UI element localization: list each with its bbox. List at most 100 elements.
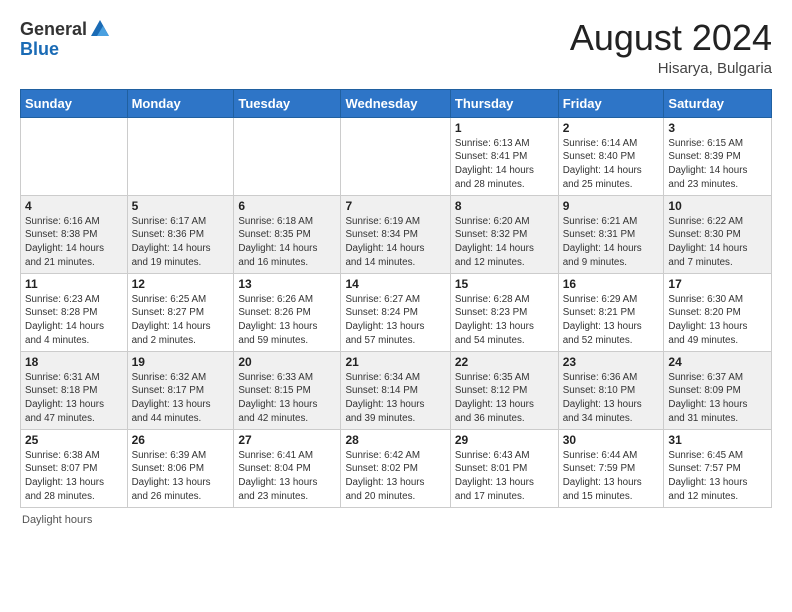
day-number: 3 (668, 121, 767, 135)
title-block: August 2024 Hisarya, Bulgaria (570, 18, 772, 77)
logo: General Blue (20, 18, 111, 60)
day-info: Sunrise: 6:25 AM Sunset: 8:27 PM Dayligh… (132, 293, 230, 348)
calendar-cell: 15 Sunrise: 6:28 AM Sunset: 8:23 PM Dayli… (450, 273, 558, 351)
day-number: 22 (455, 355, 554, 369)
day-info: Sunrise: 6:13 AM Sunset: 8:41 PM Dayligh… (455, 137, 554, 192)
day-info: Sunrise: 6:14 AM Sunset: 8:40 PM Dayligh… (563, 137, 660, 192)
calendar-week-3: 11 Sunrise: 6:23 AM Sunset: 8:28 PM Dayli… (21, 273, 772, 351)
day-info: Sunrise: 6:23 AM Sunset: 8:28 PM Dayligh… (25, 293, 123, 348)
day-number: 1 (455, 121, 554, 135)
day-info: Sunrise: 6:32 AM Sunset: 8:17 PM Dayligh… (132, 371, 230, 426)
day-number: 12 (132, 277, 230, 291)
day-info: Sunrise: 6:31 AM Sunset: 8:18 PM Dayligh… (25, 371, 123, 426)
month-title: August 2024 (570, 18, 772, 58)
day-info: Sunrise: 6:41 AM Sunset: 8:04 PM Dayligh… (238, 449, 336, 504)
day-info: Sunrise: 6:29 AM Sunset: 8:21 PM Dayligh… (563, 293, 660, 348)
day-number: 4 (25, 199, 123, 213)
calendar-cell: 8 Sunrise: 6:20 AM Sunset: 8:32 PM Daylig… (450, 195, 558, 273)
col-thursday: Thursday (450, 89, 558, 117)
day-info: Sunrise: 6:18 AM Sunset: 8:35 PM Dayligh… (238, 215, 336, 270)
day-info: Sunrise: 6:35 AM Sunset: 8:12 PM Dayligh… (455, 371, 554, 426)
day-number: 6 (238, 199, 336, 213)
day-number: 28 (345, 433, 445, 447)
calendar-cell (21, 117, 128, 195)
day-number: 15 (455, 277, 554, 291)
calendar-cell: 16 Sunrise: 6:29 AM Sunset: 8:21 PM Dayli… (558, 273, 664, 351)
day-number: 8 (455, 199, 554, 213)
day-info: Sunrise: 6:33 AM Sunset: 8:15 PM Dayligh… (238, 371, 336, 426)
day-number: 11 (25, 277, 123, 291)
day-info: Sunrise: 6:38 AM Sunset: 8:07 PM Dayligh… (25, 449, 123, 504)
calendar-cell: 4 Sunrise: 6:16 AM Sunset: 8:38 PM Daylig… (21, 195, 128, 273)
day-number: 30 (563, 433, 660, 447)
day-number: 25 (25, 433, 123, 447)
calendar-cell: 20 Sunrise: 6:33 AM Sunset: 8:15 PM Dayli… (234, 351, 341, 429)
calendar-cell: 12 Sunrise: 6:25 AM Sunset: 8:27 PM Dayli… (127, 273, 234, 351)
day-number: 20 (238, 355, 336, 369)
day-info: Sunrise: 6:21 AM Sunset: 8:31 PM Dayligh… (563, 215, 660, 270)
calendar-cell: 13Sunrise: 6:26 AM Sunset: 8:26 PM Dayli… (234, 273, 341, 351)
day-info: Sunrise: 6:30 AM Sunset: 8:20 PM Dayligh… (668, 293, 767, 348)
col-friday: Friday (558, 89, 664, 117)
calendar-cell: 11 Sunrise: 6:23 AM Sunset: 8:28 PM Dayli… (21, 273, 128, 351)
day-info: Sunrise: 6:34 AM Sunset: 8:14 PM Dayligh… (345, 371, 445, 426)
calendar-cell (341, 117, 450, 195)
calendar-cell: 17 Sunrise: 6:30 AM Sunset: 8:20 PM Dayli… (664, 273, 772, 351)
day-info: Sunrise: 6:27 AM Sunset: 8:24 PM Dayligh… (345, 293, 445, 348)
calendar-cell: 29Sunrise: 6:43 AM Sunset: 8:01 PM Dayli… (450, 429, 558, 507)
day-number: 18 (25, 355, 123, 369)
day-info: Sunrise: 6:39 AM Sunset: 8:06 PM Dayligh… (132, 449, 230, 504)
day-number: 21 (345, 355, 445, 369)
footer: Daylight hours (20, 514, 772, 526)
calendar-cell: 22 Sunrise: 6:35 AM Sunset: 8:12 PM Dayli… (450, 351, 558, 429)
day-number: 13 (238, 277, 336, 291)
calendar-cell: 21 Sunrise: 6:34 AM Sunset: 8:14 PM Dayli… (341, 351, 450, 429)
day-number: 24 (668, 355, 767, 369)
calendar-cell: 10Sunrise: 6:22 AM Sunset: 8:30 PM Dayli… (664, 195, 772, 273)
day-number: 10 (668, 199, 767, 213)
day-number: 27 (238, 433, 336, 447)
day-info: Sunrise: 6:42 AM Sunset: 8:02 PM Dayligh… (345, 449, 445, 504)
footer-text: Daylight hours (22, 514, 92, 526)
day-number: 9 (563, 199, 660, 213)
day-number: 31 (668, 433, 767, 447)
calendar-cell: 31Sunrise: 6:45 AM Sunset: 7:57 PM Dayli… (664, 429, 772, 507)
day-number: 26 (132, 433, 230, 447)
logo-general-text: General (20, 20, 87, 38)
day-info: Sunrise: 6:37 AM Sunset: 8:09 PM Dayligh… (668, 371, 767, 426)
calendar-cell: 30 Sunrise: 6:44 AM Sunset: 7:59 PM Dayli… (558, 429, 664, 507)
col-tuesday: Tuesday (234, 89, 341, 117)
day-number: 17 (668, 277, 767, 291)
calendar-cell: 7Sunrise: 6:19 AM Sunset: 8:34 PM Daylig… (341, 195, 450, 273)
day-number: 16 (563, 277, 660, 291)
col-wednesday: Wednesday (341, 89, 450, 117)
calendar-cell: 1 Sunrise: 6:13 AM Sunset: 8:41 PM Daylig… (450, 117, 558, 195)
calendar-header-row: Sunday Monday Tuesday Wednesday Thursday… (21, 89, 772, 117)
calendar-cell: 9 Sunrise: 6:21 AM Sunset: 8:31 PM Daylig… (558, 195, 664, 273)
calendar-cell: 6 Sunrise: 6:18 AM Sunset: 8:35 PM Daylig… (234, 195, 341, 273)
day-info: Sunrise: 6:16 AM Sunset: 8:38 PM Dayligh… (25, 215, 123, 270)
day-info: Sunrise: 6:44 AM Sunset: 7:59 PM Dayligh… (563, 449, 660, 504)
calendar-cell: 25 Sunrise: 6:38 AM Sunset: 8:07 PM Dayli… (21, 429, 128, 507)
day-number: 19 (132, 355, 230, 369)
col-sunday: Sunday (21, 89, 128, 117)
day-info: Sunrise: 6:28 AM Sunset: 8:23 PM Dayligh… (455, 293, 554, 348)
day-info: Sunrise: 6:15 AM Sunset: 8:39 PM Dayligh… (668, 137, 767, 192)
calendar-cell: 2Sunrise: 6:14 AM Sunset: 8:40 PM Daylig… (558, 117, 664, 195)
calendar-cell: 28 Sunrise: 6:42 AM Sunset: 8:02 PM Dayli… (341, 429, 450, 507)
calendar-cell (127, 117, 234, 195)
calendar-week-2: 4 Sunrise: 6:16 AM Sunset: 8:38 PM Daylig… (21, 195, 772, 273)
calendar-week-5: 25 Sunrise: 6:38 AM Sunset: 8:07 PM Dayli… (21, 429, 772, 507)
day-info: Sunrise: 6:17 AM Sunset: 8:36 PM Dayligh… (132, 215, 230, 270)
header: General Blue August 2024 Hisarya, Bulgar… (20, 18, 772, 77)
day-number: 14 (345, 277, 445, 291)
day-info: Sunrise: 6:43 AM Sunset: 8:01 PM Dayligh… (455, 449, 554, 504)
day-number: 7 (345, 199, 445, 213)
calendar-cell: 14 Sunrise: 6:27 AM Sunset: 8:24 PM Dayli… (341, 273, 450, 351)
calendar-cell: 23Sunrise: 6:36 AM Sunset: 8:10 PM Dayli… (558, 351, 664, 429)
location: Hisarya, Bulgaria (570, 60, 772, 77)
calendar-cell: 3 Sunrise: 6:15 AM Sunset: 8:39 PM Daylig… (664, 117, 772, 195)
day-info: Sunrise: 6:20 AM Sunset: 8:32 PM Dayligh… (455, 215, 554, 270)
day-number: 5 (132, 199, 230, 213)
day-info: Sunrise: 6:36 AM Sunset: 8:10 PM Dayligh… (563, 371, 660, 426)
